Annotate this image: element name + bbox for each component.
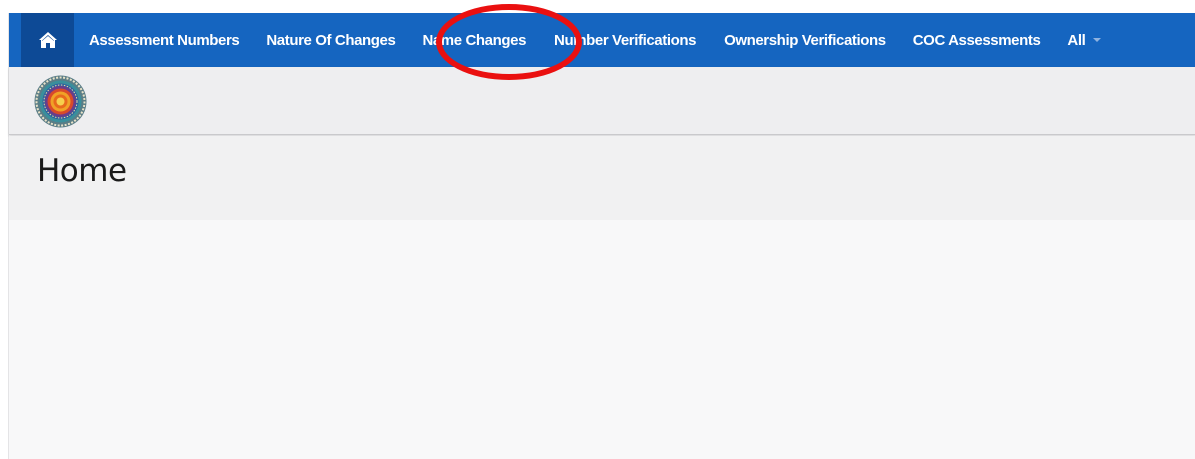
page-header: Home xyxy=(9,136,1195,220)
emblem-logo[interactable] xyxy=(33,74,88,129)
nav-item-ownership-verifications[interactable]: Ownership Verifications xyxy=(724,32,886,49)
top-navbar: Assessment Numbers Nature Of Changes Nam… xyxy=(9,13,1195,67)
nav-menu: Assessment Numbers Nature Of Changes Nam… xyxy=(74,13,1102,67)
home-icon xyxy=(38,31,58,49)
page-title: Home xyxy=(37,153,127,189)
nav-item-number-verifications[interactable]: Number Verifications xyxy=(554,32,696,49)
nav-item-all-dropdown[interactable]: All xyxy=(1067,31,1102,49)
main-content xyxy=(9,220,1195,459)
nav-item-coc-assessments[interactable]: COC Assessments xyxy=(913,32,1041,49)
logo-bar xyxy=(9,67,1195,135)
nav-item-nature-of-changes[interactable]: Nature Of Changes xyxy=(266,32,395,49)
chevron-down-icon xyxy=(1093,37,1102,42)
app-frame: Assessment Numbers Nature Of Changes Nam… xyxy=(8,13,1195,459)
nav-item-name-changes[interactable]: Name Changes xyxy=(422,32,526,49)
home-button[interactable] xyxy=(21,13,74,67)
nav-item-assessment-numbers[interactable]: Assessment Numbers xyxy=(89,32,240,49)
nav-item-all-label: All xyxy=(1067,31,1086,49)
